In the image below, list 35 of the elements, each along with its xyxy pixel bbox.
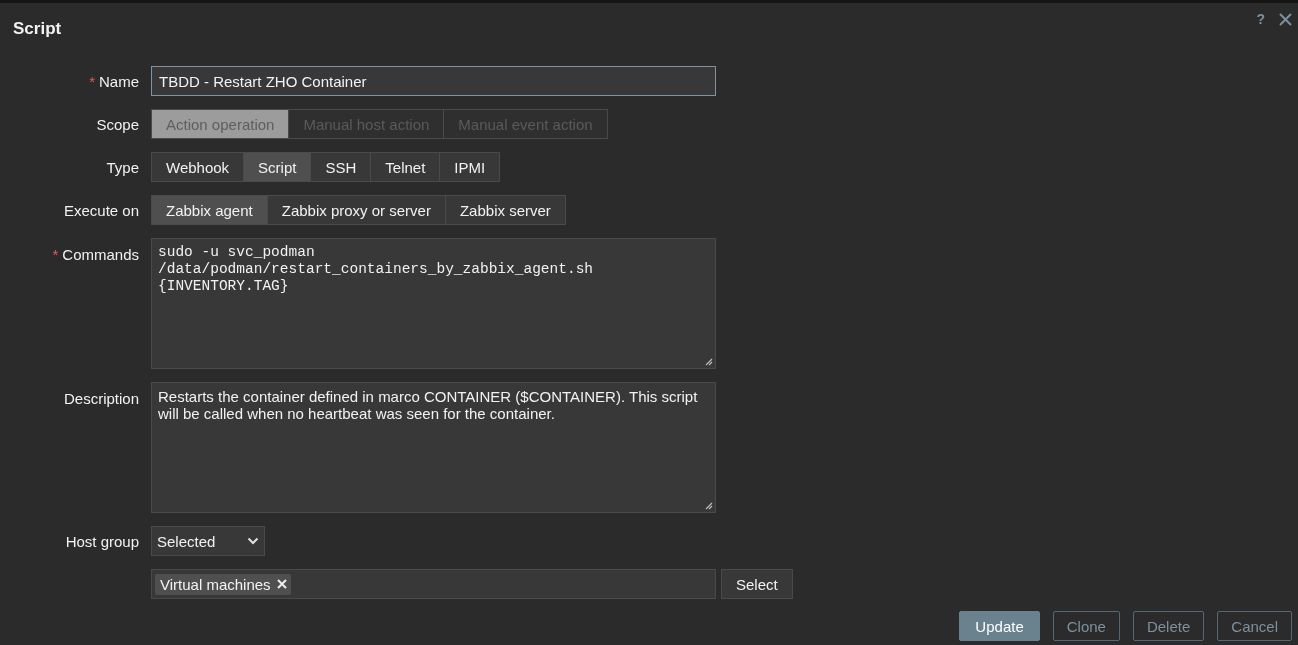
dialog-title: Script [13,19,62,39]
field-label: Name [99,72,139,90]
dialog-button[interactable]: Clone [1052,611,1120,641]
field-label: Description [63,390,139,407]
segment-option[interactable]: IPMI [439,152,501,182]
field-label: Host group [65,532,139,550]
resize-grip-icon[interactable] [705,502,713,510]
chevron-down-icon [247,537,259,545]
tag-chip: Virtual machines [155,573,291,595]
description-textarea[interactable]: Restarts the container defined in marco CONTAINER ($CONTAINER). This script will be called when no heartbeat was seen for the container. [151,382,716,513]
close-icon[interactable] [1279,12,1292,26]
commands-textarea[interactable]: sudo -u svc_podman /data/podman/restart_containers_by_zabbix_agent.sh {INVENTORY.TAG} [151,238,716,369]
dialog-button[interactable]: Update [959,611,1040,641]
segment-option[interactable]: SSH [310,152,372,182]
field-label: Execute on [63,201,139,219]
select-button[interactable]: Select [721,569,793,599]
resize-grip-icon[interactable] [705,358,713,366]
segment-option[interactable]: Script [243,152,312,182]
segment-option[interactable]: Zabbix proxy or server [266,195,446,225]
dialog-button[interactable]: Cancel [1217,611,1292,641]
required-asterisk: * [89,72,95,90]
dialog-button[interactable]: Delete [1132,611,1205,641]
remove-icon[interactable] [276,579,287,589]
name-input[interactable]: TBDD - Restart ZHO Container [151,66,716,96]
field-label: Scope [96,115,139,133]
required-asterisk: * [52,246,59,263]
field-label: Commands [62,246,139,263]
segment-option[interactable]: Webhook [151,152,245,182]
field-label: Type [106,158,139,176]
host-group-multiselect[interactable]: Virtual machines [151,569,716,599]
host-group-select[interactable]: Selected [151,526,265,556]
segment-option[interactable]: Telnet [370,152,441,182]
segment-option[interactable]: Zabbix server [444,195,566,225]
help-button[interactable]: ? [1256,11,1265,27]
segment-option[interactable]: Zabbix agent [151,195,268,225]
